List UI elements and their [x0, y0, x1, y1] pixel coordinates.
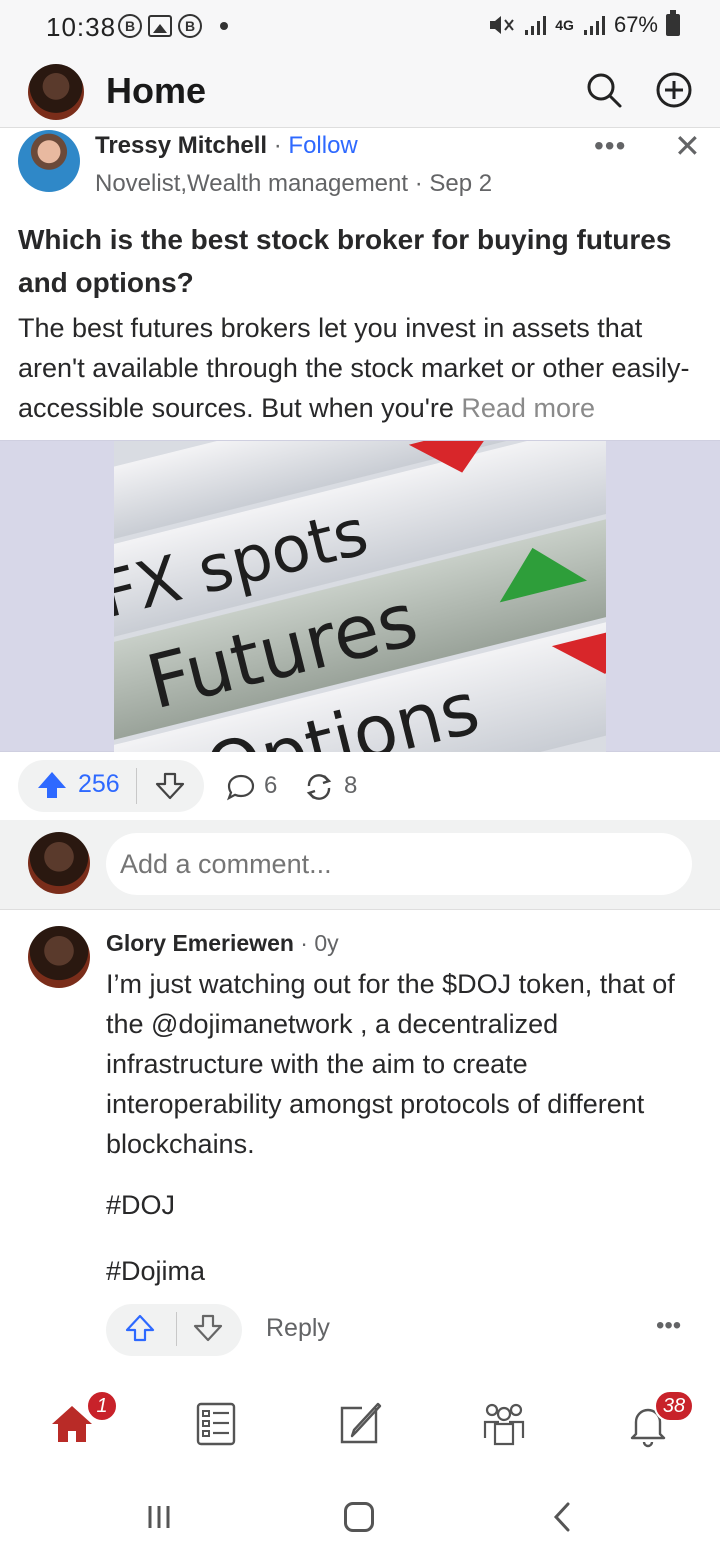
- status-notification-icons: B B: [118, 14, 228, 38]
- add-comment-bar: [0, 820, 720, 910]
- post-body[interactable]: The best futures brokers let you invest …: [18, 308, 712, 428]
- battery-icon: [666, 10, 680, 36]
- post-author-name[interactable]: Tressy Mitchell: [95, 132, 267, 159]
- search-icon[interactable]: [584, 70, 624, 110]
- downvote-icon[interactable]: [154, 770, 186, 802]
- reply-button[interactable]: Reply: [266, 1314, 330, 1343]
- futures-options-image: FX spots Futures Options: [114, 441, 606, 752]
- status-right: 4G 67%: [487, 10, 680, 38]
- upvote-icon[interactable]: [36, 770, 68, 800]
- share-count[interactable]: 8: [344, 772, 357, 800]
- current-user-avatar: [28, 832, 90, 894]
- page-title: Home: [106, 70, 207, 111]
- network-type: 4G: [555, 17, 574, 33]
- comment-icon[interactable]: [226, 772, 256, 802]
- app-header: Home: [0, 56, 720, 128]
- battery-percent: 67%: [613, 12, 658, 37]
- add-icon[interactable]: [654, 70, 694, 110]
- upvote-count[interactable]: 256: [78, 770, 120, 799]
- post-title[interactable]: Which is the best stock broker for buyin…: [18, 218, 708, 304]
- notifications-badge: 38: [654, 1390, 694, 1422]
- hashtag-doj[interactable]: #DOJ: [106, 1190, 175, 1221]
- write-icon[interactable]: [336, 1400, 384, 1448]
- recent-apps-icon[interactable]: [146, 1504, 172, 1530]
- more-notifications-dot: [220, 22, 228, 30]
- close-icon[interactable]: ✕: [674, 130, 702, 162]
- comment-time: 0y: [314, 930, 339, 956]
- add-comment-input[interactable]: [106, 833, 692, 895]
- comment-text: I’m just watching out for the $DOJ token…: [106, 969, 675, 1159]
- follow-button[interactable]: Follow: [288, 132, 357, 159]
- post-date: Sep 2: [429, 170, 493, 197]
- gallery-icon: [148, 15, 172, 37]
- comment-downvote-icon[interactable]: [192, 1312, 224, 1344]
- b-app-icon: B: [118, 14, 142, 38]
- hashtag-dojima[interactable]: #Dojima: [106, 1256, 205, 1287]
- commenter-avatar[interactable]: [28, 926, 90, 988]
- spaces-icon[interactable]: [480, 1400, 528, 1448]
- post-image[interactable]: FX spots Futures Options: [0, 440, 720, 752]
- comment-count[interactable]: 6: [264, 772, 277, 800]
- back-icon[interactable]: [550, 1502, 574, 1532]
- post-author-line: Tressy Mitchell · Follow: [95, 132, 358, 159]
- profile-avatar[interactable]: [28, 64, 84, 120]
- answer-icon[interactable]: [192, 1400, 240, 1448]
- mute-icon: [490, 16, 515, 34]
- vote-divider: [136, 768, 137, 804]
- post-author-meta: Novelist,Wealth management · Sep 2: [95, 170, 493, 197]
- system-nav: [0, 1470, 720, 1560]
- home-badge: 1: [86, 1390, 118, 1422]
- author-credential: Novelist,Wealth management: [95, 170, 409, 197]
- system-home-icon[interactable]: [344, 1502, 374, 1532]
- comment-upvote-icon[interactable]: [124, 1312, 156, 1344]
- comment-author-name[interactable]: Glory Emeriewen: [106, 930, 294, 956]
- more-options-icon[interactable]: •••: [594, 132, 634, 160]
- share-icon[interactable]: [302, 770, 336, 804]
- signal-icon: [525, 16, 547, 35]
- status-bar: 10:38 B B 4G 67%: [0, 0, 720, 56]
- bottom-nav: 1 38: [0, 1380, 720, 1470]
- post-author-avatar[interactable]: [18, 130, 80, 192]
- signal-icon-2: [583, 16, 605, 35]
- comment-more-icon[interactable]: •••: [656, 1314, 690, 1338]
- status-time: 10:38: [46, 12, 117, 42]
- comment-author-line: Glory Emeriewen · 0y: [106, 930, 339, 956]
- b-app-icon-2: B: [178, 14, 202, 38]
- read-more-link[interactable]: Read more: [461, 393, 595, 423]
- comment-vote-divider: [176, 1312, 177, 1346]
